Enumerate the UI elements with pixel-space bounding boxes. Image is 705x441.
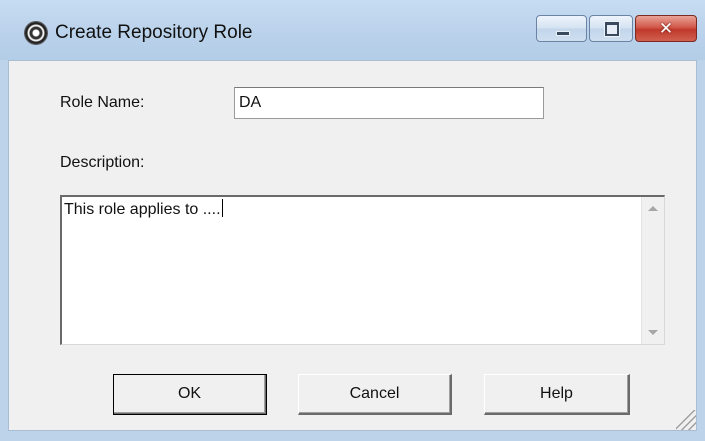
maximize-button[interactable] [589,15,633,42]
description-textarea[interactable]: This role applies to .... [60,195,665,345]
app-disc-icon[interactable] [25,22,47,44]
close-icon: ✕ [658,18,674,39]
role-name-input[interactable] [234,87,544,119]
resize-grip-icon[interactable] [676,410,696,430]
window-title: Create Repository Role [55,22,253,43]
create-repository-role-dialog: Create Repository Role ✕ Role Name: Desc… [0,0,705,441]
ok-button[interactable]: OK [113,374,267,415]
scroll-down-arrow-icon[interactable] [648,330,658,335]
help-button[interactable]: Help [484,374,630,415]
title-bar[interactable]: Create Repository Role ✕ [0,0,705,60]
role-name-label: Role Name: [60,94,145,111]
cancel-button[interactable]: Cancel [298,374,452,415]
description-text: This role applies to .... [64,199,223,219]
dialog-client-area: Role Name: Description: This role applie… [8,60,697,431]
close-button[interactable]: ✕ [635,15,697,42]
minimize-icon [556,31,570,36]
scroll-up-arrow-icon[interactable] [648,206,658,211]
text-caret [221,199,223,217]
maximize-icon [605,22,619,36]
description-value: This role applies to .... [64,201,221,218]
minimize-button[interactable] [536,15,587,42]
description-scrollbar[interactable] [641,197,664,344]
description-label: Description: [60,154,145,171]
